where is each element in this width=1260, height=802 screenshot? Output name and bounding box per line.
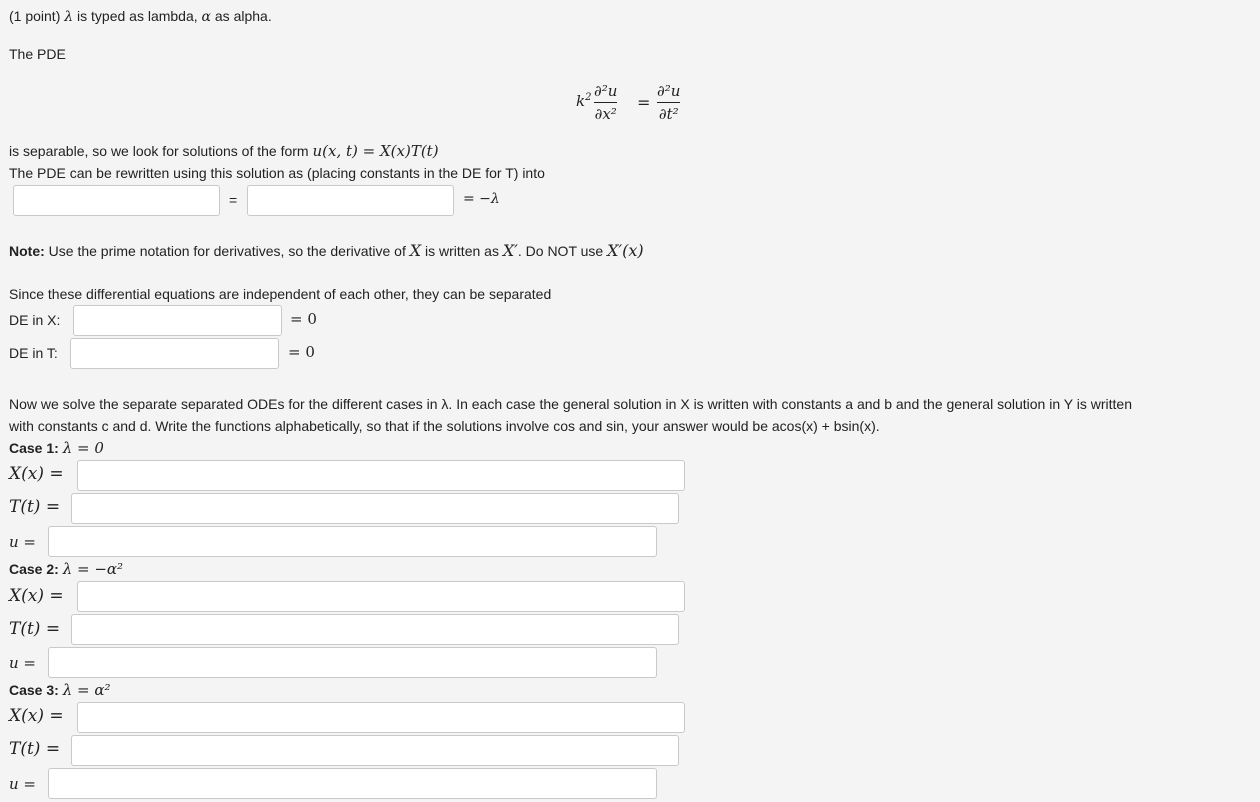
case-1-u-label: u =: [9, 533, 36, 551]
case-2-x-input[interactable]: [77, 581, 685, 612]
case-3-t-input[interactable]: [71, 735, 679, 766]
rewrite-right-input[interactable]: [247, 185, 454, 216]
case-label: Case 3:: [9, 682, 59, 698]
pde-coef: k2: [576, 92, 592, 110]
case-1-heading: Case 1: λ = 0: [9, 439, 104, 457]
instructions-line-1: Now we solve the separate separated ODEs…: [9, 396, 1132, 412]
rewrite-text: The PDE can be rewritten using this solu…: [9, 165, 545, 181]
case-3-x-input[interactable]: [77, 702, 685, 733]
note-label: Note:: [9, 243, 45, 259]
pde-display: k2 ∂²u ∂x² = ∂²u ∂t²: [576, 82, 696, 128]
note-text-1: Use the prime notation for derivatives, …: [48, 243, 406, 259]
lambda-symbol: λ: [64, 9, 74, 25]
case-3-x-label: X(x) =: [9, 706, 64, 726]
note-text-3: . Do NOT use: [517, 243, 604, 259]
note-text-2: is written as: [425, 243, 499, 259]
de-x-equals-zero: = 0: [290, 310, 317, 328]
separable-text: is separable, so we look for solutions o…: [9, 143, 309, 159]
case-2-t-label: T(t) =: [9, 619, 61, 639]
pde-equals: =: [637, 93, 651, 112]
note-x-prime-x: X′(x): [607, 241, 644, 260]
case-3-u-input[interactable]: [48, 768, 657, 799]
pde-lhs-denominator: ∂x²: [594, 105, 617, 123]
separable-form: u(x, t) = X(x)T(t): [312, 142, 439, 160]
lambda-note: is typed as lambda,: [77, 8, 198, 24]
case-1-t-label: T(t) =: [9, 497, 61, 517]
de-t-equals-zero: = 0: [288, 343, 315, 361]
case-1-u-input[interactable]: [48, 526, 657, 557]
de-x-label: DE in X:: [9, 312, 61, 328]
case-3-u-label: u =: [9, 775, 36, 793]
de-t-label: DE in T:: [9, 345, 58, 361]
problem-header: (1 point) λ is typed as lambda, α as alp…: [9, 8, 272, 25]
pde-intro: The PDE: [9, 46, 66, 62]
alpha-note: as alpha.: [214, 8, 272, 24]
de-x-input[interactable]: [73, 305, 282, 336]
case-3-heading: Case 3: λ = α²: [9, 681, 110, 699]
note-line: Note: Use the prime notation for derivat…: [9, 241, 644, 260]
case-2-heading: Case 2: λ = −α²: [9, 560, 123, 578]
case-1-x-input[interactable]: [77, 460, 685, 491]
case-2-t-input[interactable]: [71, 614, 679, 645]
case-3-t-label: T(t) =: [9, 739, 61, 759]
case-1-x-label: X(x) =: [9, 464, 64, 484]
instructions-line-2: with constants c and d. Write the functi…: [9, 418, 880, 434]
de-t-input[interactable]: [70, 338, 279, 369]
pde-rhs-numerator: ∂²u: [657, 82, 681, 100]
case-label: Case 1:: [9, 440, 59, 456]
case-condition: λ = α²: [62, 681, 111, 699]
case-2-u-input[interactable]: [48, 647, 657, 678]
note-x-prime: X′: [502, 241, 518, 260]
case-1-t-input[interactable]: [71, 493, 679, 524]
points-label: (1 point): [9, 8, 61, 24]
pde-lhs-fraction: ∂²u ∂x²: [594, 82, 618, 123]
pde-rhs-fraction: ∂²u ∂t²: [657, 82, 681, 123]
case-condition: λ = −α²: [62, 560, 124, 578]
case-condition: λ = 0: [62, 439, 104, 457]
separable-line: is separable, so we look for solutions o…: [9, 142, 439, 160]
alpha-symbol: α: [201, 9, 211, 25]
case-2-x-label: X(x) =: [9, 586, 64, 606]
note-x: X: [409, 241, 422, 260]
pde-rhs-denominator: ∂t²: [658, 105, 679, 123]
rewrite-equals: =: [229, 192, 238, 208]
rewrite-tail: = −λ: [463, 191, 500, 207]
rewrite-left-input[interactable]: [13, 185, 220, 216]
case-2-u-label: u =: [9, 654, 36, 672]
separated-text: Since these differential equations are i…: [9, 286, 552, 302]
pde-lhs-numerator: ∂²u: [594, 82, 618, 100]
case-label: Case 2:: [9, 561, 59, 577]
